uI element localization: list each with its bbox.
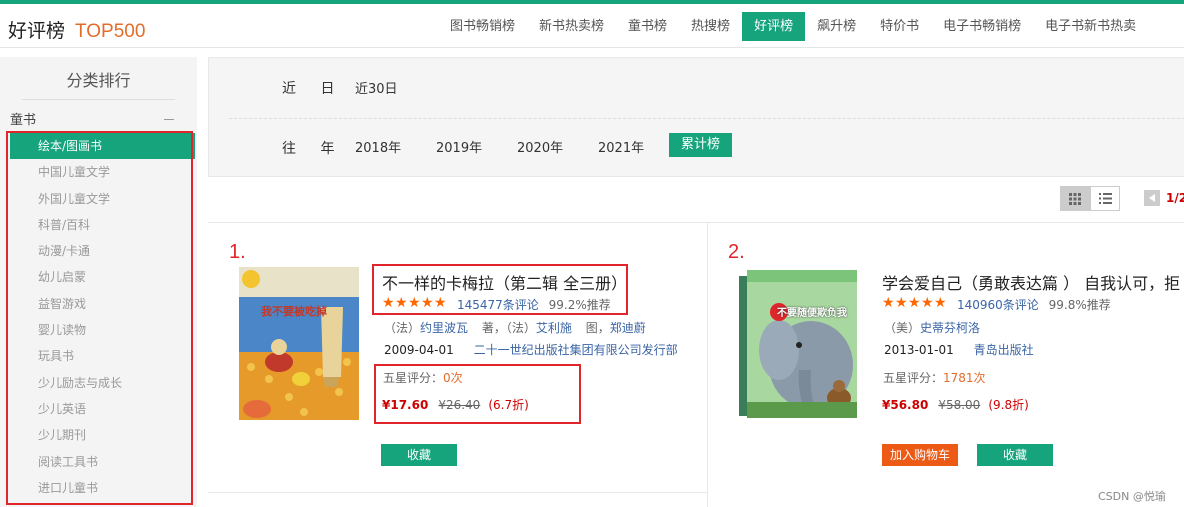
page-indicator: 1/25 [1166,191,1184,205]
review-count-link[interactable]: 140960条评论 [957,298,1039,312]
author-role: 著， [481,321,506,335]
page-title-text: 好评榜 [8,20,66,42]
filter-option-2020[interactable]: 2020年 [517,137,563,156]
five-star-label: 五星评分： [883,371,944,385]
ranking-nav: 图书畅销榜 新书热卖榜 童书榜 热搜榜 好评榜 飙升榜 特价书 电子书畅销榜 电… [438,12,1148,41]
prev-page-button[interactable] [1144,190,1160,206]
nav-tab-children-book[interactable]: 童书榜 [616,12,679,41]
cover-title: 我不要被吃掉 [261,305,327,318]
star-icon: ★ [934,295,947,311]
list-view-button[interactable] [1090,186,1120,211]
view-toggle [1060,186,1120,211]
filter-option-2021[interactable]: 2021年 [598,137,644,156]
header: 好评榜 TOP500 图书畅销榜 新书热卖榜 童书榜 热搜榜 好评榜 飙升榜 特价… [0,4,1184,48]
author-link[interactable]: 史蒂芬柯洛 [920,321,980,335]
product-column-divider [707,222,708,507]
pagination: 1/25 [1144,190,1184,206]
star-icon: ★ [895,295,908,311]
current-price: ¥56.80 [882,398,929,412]
filter-option-2018[interactable]: 2018年 [355,137,401,156]
cover-title: 不要随便欺负我 [777,308,847,319]
publish-line: 2009-04-01 二十一世纪出版社集团有限公司发行部 [384,341,678,358]
nav-tab-ebook-new[interactable]: 电子书新书热卖 [1033,12,1148,41]
author-line: （法）约里波瓦 著，（法）艾利施 图，郑迪蔚 [384,319,646,336]
chevron-left-icon [1149,194,1155,202]
original-price: ¥58.00 [938,398,981,412]
translator-link[interactable]: 郑迪蔚 [610,321,646,335]
book-cover-image[interactable]: 不要随便欺负我 [739,270,857,418]
nav-tab-hot-search[interactable]: 热搜榜 [679,12,742,41]
filter-option-2019[interactable]: 2019年 [436,137,482,156]
star-rating: ★ ★ ★ ★ ★ [882,295,947,311]
illustrator-role: 图， [585,321,610,335]
price-line: ¥56.80 ¥58.00 (9.8折) [882,396,1029,413]
list-icon [1098,193,1112,204]
illustrator-link[interactable]: 艾利施 [536,321,572,335]
nav-tab-new-book[interactable]: 新书热卖榜 [527,12,616,41]
collapse-icon[interactable] [164,119,174,120]
nav-tab-ebook-bestseller[interactable]: 电子书畅销榜 [931,12,1033,41]
product-rank: 1. [229,241,246,263]
nav-tab-good-review[interactable]: 好评榜 [742,12,806,41]
time-filter-panel: 近 日 近30日 往 年 2018年 2019年 2020年 2021年 累计榜 [208,57,1184,177]
publisher-link[interactable]: 青岛出版社 [974,343,1034,357]
watermark: CSDN @悦瑜 [1098,490,1166,503]
publisher-link[interactable]: 二十一世纪出版社集团有限公司发行部 [474,343,678,357]
past-years-label: 往 年 [282,141,345,157]
publish-date: 2013-01-01 [884,343,954,357]
recent-label: 近 日 [282,81,345,97]
favorite-button[interactable]: 收藏 [381,444,457,466]
author-prefix: （法） [505,321,536,335]
book-cover-image[interactable]: 我不要被吃掉 [239,267,359,420]
star-icon: ★ [921,295,934,311]
filter-option-30days[interactable]: 近30日 [355,78,398,97]
five-star-count: 1781次 [943,371,986,385]
grid-view-button[interactable] [1060,186,1090,211]
review-stats: 140960条评论 99.8%推荐 [957,296,1111,313]
star-icon: ★ [882,295,895,311]
sidebar-category-label: 童书 [10,113,37,128]
sidebar-divider [22,99,175,100]
page-title-top500: TOP500 [75,21,146,42]
filter-option-cumulative[interactable]: 累计榜 [669,133,733,157]
nav-tab-book-bestseller[interactable]: 图书畅销榜 [438,12,527,41]
star-icon: ★ [908,295,921,311]
publish-line: 2013-01-01 青岛出版社 [884,341,1034,358]
nav-tab-rising[interactable]: 飙升榜 [805,12,868,41]
five-star-score: 五星评分：1781次 [883,369,986,386]
author-prefix: （法） [384,321,421,335]
list-top-divider [208,222,1184,223]
favorite-button[interactable]: 收藏 [977,444,1053,466]
sidebar-highlight-box [6,131,193,505]
discount-rate: (9.8折) [988,398,1029,412]
sidebar-title: 分类排行 [66,71,131,90]
product-rank: 2. [728,241,745,263]
title-highlight-box [372,264,628,315]
page-title: 好评榜 TOP500 [8,16,145,43]
author-line: （美）史蒂芬柯洛 [884,319,980,336]
book-cover-art [739,270,857,418]
author-link[interactable]: 约里波瓦 [420,321,468,335]
price-highlight-box [374,364,581,424]
grid-icon [1069,192,1081,205]
nav-tab-special-price[interactable]: 特价书 [868,12,931,41]
author-prefix: （美） [884,321,921,335]
product-bottom-divider [208,492,707,493]
recommend-rate: 99.8%推荐 [1048,298,1111,312]
book-cover-art [239,267,359,420]
product-title-link[interactable]: 学会爱自己（勇敢表达篇 ） 自我认可，拒 [882,270,1180,294]
publish-date: 2009-04-01 [384,343,454,357]
add-to-cart-button[interactable]: 加入购物车 [882,444,958,466]
filter-divider [229,118,1184,119]
